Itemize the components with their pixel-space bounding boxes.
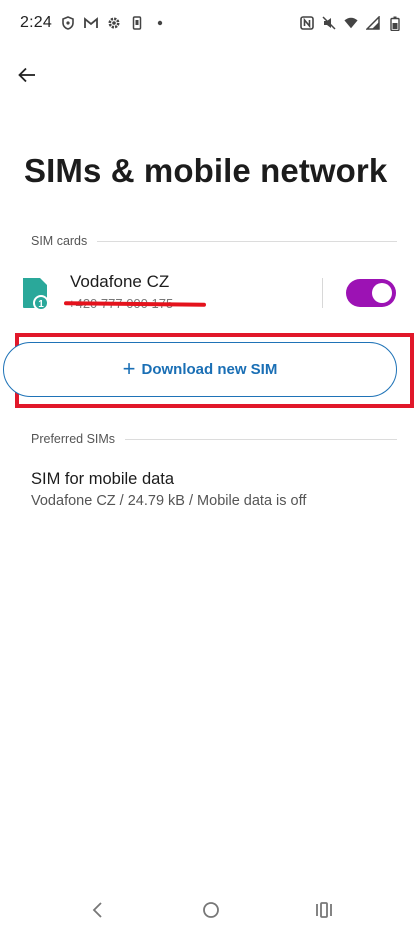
recents-icon [316, 901, 332, 918]
sim-card-row[interactable]: 1 Vodafone CZ +420 777 000 175 [0, 266, 420, 322]
toggle-knob [372, 283, 392, 303]
chevron-left-icon [92, 901, 102, 918]
sim-for-mobile-data-title: SIM for mobile data [31, 470, 175, 488]
sim-slot-number: 1 [38, 299, 44, 310]
status-right [300, 16, 402, 31]
back-button[interactable] [12, 60, 42, 90]
wifi-icon [344, 16, 358, 30]
nfc-icon [300, 16, 314, 30]
sim-card-icon: 1 [23, 278, 49, 310]
divider [125, 438, 397, 440]
status-bar: 2:24 [0, 0, 420, 46]
phone-icon [130, 16, 144, 30]
shield-icon [61, 16, 75, 30]
signal-icon [366, 16, 380, 30]
status-left: 2:24 [20, 14, 167, 32]
sim-number-redacted: +420 777 000 175 [63, 295, 208, 311]
battery-icon [388, 16, 402, 31]
navigation-bar [0, 886, 420, 933]
section-header-preferred-sims: Preferred SIMs [31, 431, 397, 447]
sim-enable-toggle[interactable] [346, 279, 396, 307]
home-circle-icon [203, 901, 219, 918]
sim-for-mobile-data-subtitle: Vodafone CZ / 24.79 kB / Mobile data is … [31, 493, 307, 509]
nav-home-button[interactable] [199, 898, 223, 922]
plus-icon: + [122, 355, 136, 381]
section-header-sim-cards: SIM cards [31, 233, 397, 249]
nav-back-button[interactable] [86, 898, 110, 922]
gear-icon [107, 16, 121, 30]
sim-name: Vodafone CZ [70, 272, 170, 291]
download-new-sim-button[interactable]: + Download new SIM [3, 342, 397, 397]
status-time: 2:24 [20, 14, 52, 31]
mute-icon [322, 16, 336, 30]
download-new-sim-label: Download new SIM [141, 361, 278, 378]
section-label: SIM cards [31, 234, 88, 248]
arrow-left-icon [18, 67, 35, 83]
page-title: SIMs & mobile network [24, 152, 388, 189]
section-label: Preferred SIMs [31, 432, 116, 446]
sim-for-mobile-data-item[interactable]: SIM for mobile data Vodafone CZ / 24.79 … [31, 470, 401, 514]
divider [97, 240, 397, 242]
vertical-divider [322, 278, 323, 308]
nav-recents-button[interactable] [312, 898, 336, 922]
dot-icon [153, 16, 167, 30]
gmail-icon [84, 16, 98, 30]
